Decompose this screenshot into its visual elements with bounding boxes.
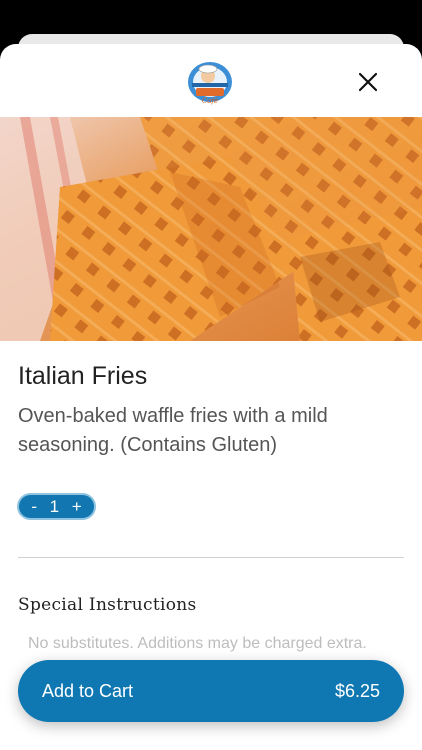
close-icon <box>358 72 378 92</box>
item-title: Italian Fries <box>18 362 148 390</box>
decrement-button[interactable]: - <box>31 498 37 515</box>
divider <box>18 557 404 558</box>
close-button[interactable] <box>353 67 383 97</box>
quantity-value: 1 <box>49 497 60 516</box>
item-description: Oven-baked waffle fries with a mild seas… <box>18 405 328 456</box>
restaurant-logo: Café <box>186 56 234 106</box>
item-photo <box>0 117 422 341</box>
quantity-stepper[interactable]: - 1 + <box>17 493 96 520</box>
increment-button[interactable]: + <box>72 498 82 515</box>
special-instructions-label: Special Instructions <box>18 595 197 615</box>
item-sheet: Café Italian Fries Oven-baked waffle fri… <box>0 44 422 750</box>
svg-text:Café: Café <box>202 97 218 105</box>
special-instructions-input[interactable] <box>18 629 404 659</box>
cart-price: $6.25 <box>334 680 380 701</box>
add-to-cart-label: Add to Cart <box>42 680 134 701</box>
add-to-cart-button[interactable]: Add to Cart $6.25 <box>18 660 404 722</box>
sheet-header: Café <box>0 44 422 117</box>
